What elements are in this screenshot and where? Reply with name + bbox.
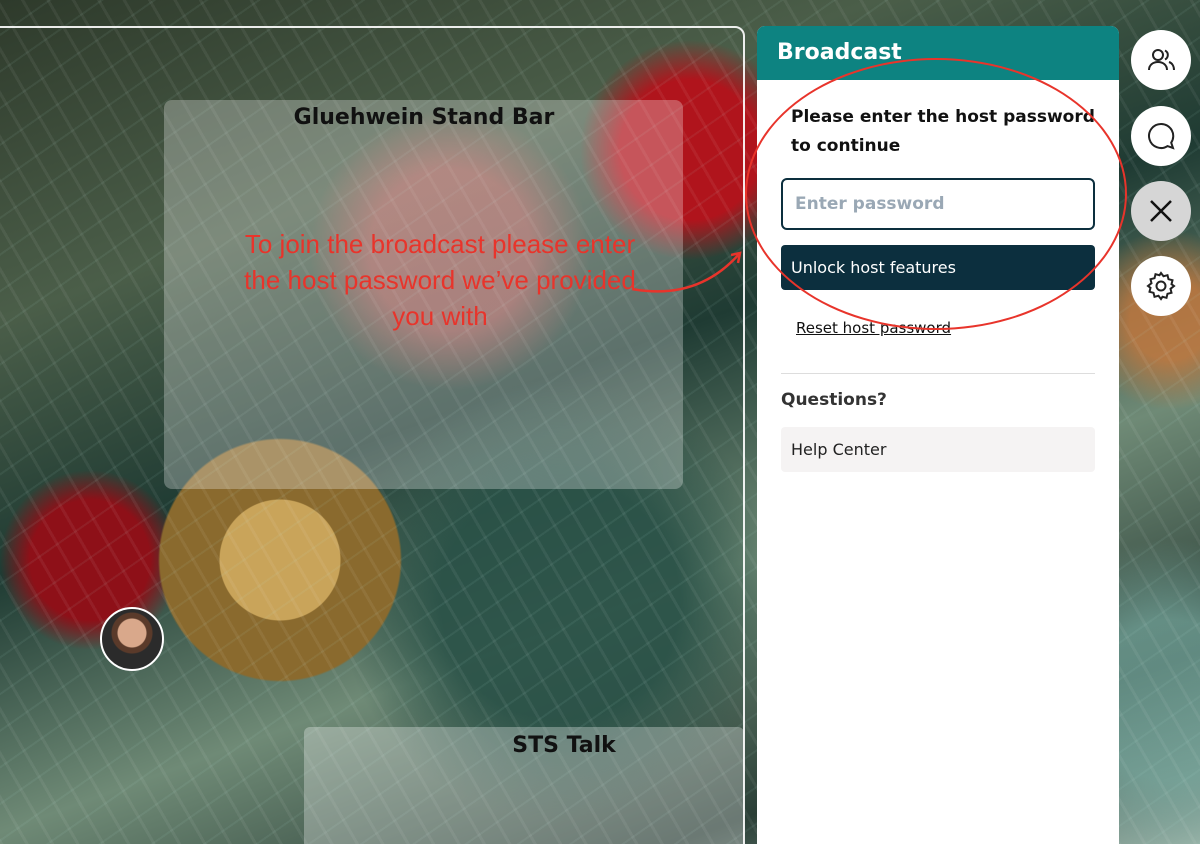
divider [781, 373, 1095, 374]
settings-button[interactable] [1131, 256, 1191, 316]
reset-host-password-link[interactable]: Reset host password [796, 319, 951, 337]
close-icon [1150, 200, 1172, 222]
bottom-room-title: STS Talk [512, 733, 616, 758]
chat-icon [1148, 122, 1175, 150]
panel-header: Broadcast [757, 26, 1119, 80]
questions-heading: Questions? [781, 390, 887, 410]
annotation-text: To join the broadcast please enter the h… [244, 229, 636, 331]
gear-icon [1146, 271, 1176, 301]
people-button[interactable] [1131, 30, 1191, 90]
room-title: Gluehwein Stand Bar [293, 105, 555, 130]
people-icon [1148, 49, 1175, 71]
password-input[interactable] [781, 178, 1095, 230]
unlock-host-features-button[interactable]: Unlock host features [781, 245, 1095, 290]
broadcast-panel: Broadcast Please enter the host password… [757, 26, 1119, 844]
chat-button[interactable] [1131, 106, 1191, 166]
password-prompt: Please enter the host password to contin… [791, 107, 1095, 156]
help-center-button[interactable]: Help Center [781, 427, 1095, 472]
avatar[interactable] [100, 607, 164, 671]
close-button[interactable] [1131, 181, 1191, 241]
